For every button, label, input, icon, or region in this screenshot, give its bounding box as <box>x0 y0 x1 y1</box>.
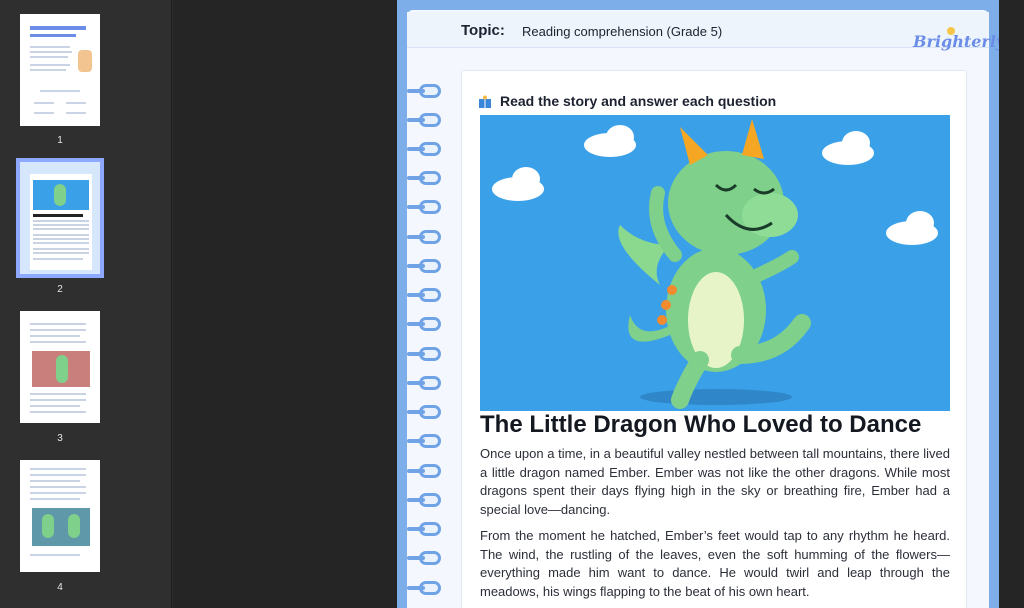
book-icon <box>479 95 491 108</box>
brand-logo: Brighterly <box>913 32 999 51</box>
page-thumbnail-4[interactable] <box>20 460 100 572</box>
page-thumbnail-3[interactable] <box>20 311 100 423</box>
story-paragraph: From the moment he hatched, Ember’s feet… <box>480 528 950 599</box>
thumbnail-sidebar: 1 2 3 4 <box>0 0 172 608</box>
topic-header: Topic: Reading comprehension (Grade 5) B… <box>407 12 999 51</box>
story-paragraph: Once upon a time, in a beautiful valley … <box>480 446 950 517</box>
page-thumbnail-2[interactable] <box>16 158 104 278</box>
logo-sun-icon <box>947 27 955 35</box>
document-view[interactable]: Topic: Reading comprehension (Grade 5) B… <box>173 0 1024 608</box>
topic-label: Topic: <box>461 22 505 39</box>
worksheet-page: Topic: Reading comprehension (Grade 5) B… <box>397 0 999 608</box>
page-number-1: 1 <box>57 135 63 146</box>
page-number-4: 4 <box>57 582 63 593</box>
instruction-heading: Read the story and answer each question <box>500 93 777 109</box>
dragon-illustration <box>480 115 950 411</box>
story-card: Read the story and answer each question <box>461 70 967 608</box>
page-thumbnail-1[interactable] <box>20 14 100 126</box>
page-number-3: 3 <box>57 433 63 444</box>
topic-value: Reading comprehension (Grade 5) <box>522 24 723 39</box>
story-title: The Little Dragon Who Loved to Dance <box>480 411 922 438</box>
pdf-viewer: 1 2 3 4 Topic: Reading comprehension (Gr… <box>0 0 1024 608</box>
page-number-2: 2 <box>57 284 63 295</box>
